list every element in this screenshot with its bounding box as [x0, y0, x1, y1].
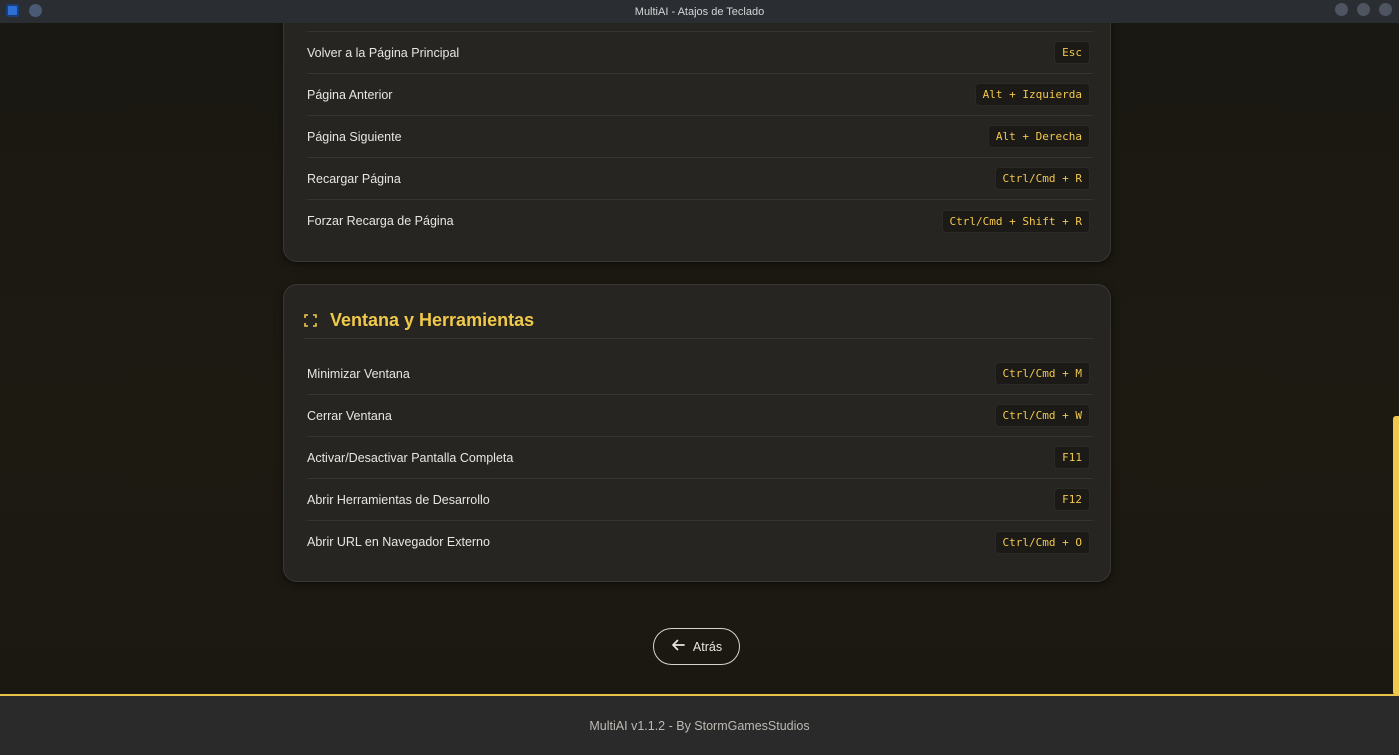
back-button-label: Atrás [692, 639, 723, 654]
minimize-button[interactable] [1335, 3, 1348, 16]
shortcut-row: Abrir URL en Navegador Externo Ctrl/Cmd … [307, 521, 1093, 563]
shortcut-row: Forzar Recarga de Página Ctrl/Cmd + Shif… [307, 200, 1093, 242]
shortcut-keys: Ctrl/Cmd + O [994, 530, 1090, 554]
app-icon [6, 4, 19, 17]
section-header: Ventana y Herramientas [304, 305, 534, 335]
navigation-shortcuts-card: Volver a la Página Principal Esc Página … [283, 23, 1111, 262]
shortcut-action: Abrir Herramientas de Desarrollo [307, 492, 490, 507]
back-button[interactable]: Atrás [653, 628, 740, 665]
shortcut-action: Página Anterior [307, 87, 393, 102]
section-title: Ventana y Herramientas [330, 309, 535, 330]
shortcut-row: Recargar Página Ctrl/Cmd + R [307, 158, 1093, 200]
shortcut-action: Forzar Recarga de Página [307, 214, 454, 228]
shortcut-row: Cerrar Ventana Ctrl/Cmd + W [307, 395, 1093, 437]
shortcut-keys: Ctrl/Cmd + Shift + R [941, 209, 1090, 233]
title-bar: MultiAI - Atajos de Teclado [0, 0, 1399, 23]
fullscreen-icon [304, 313, 317, 327]
shortcut-action: Activar/Desactivar Pantalla Completa [307, 450, 514, 465]
shortcut-action: Minimizar Ventana [307, 366, 410, 381]
shortcut-action: Recargar Página [307, 171, 401, 186]
shortcut-keys: F12 [1054, 488, 1090, 511]
window-menu-button[interactable] [29, 4, 42, 17]
shortcut-keys: F11 [1054, 446, 1090, 469]
shortcut-row: Minimizar Ventana Ctrl/Cmd + M [307, 353, 1093, 395]
shortcut-action: Abrir URL en Navegador Externo [307, 535, 490, 549]
shortcut-keys: Ctrl/Cmd + M [994, 362, 1090, 385]
footer-text: MultiAI v1.1.2 - By StormGamesStudios [589, 718, 810, 733]
footer: MultiAI v1.1.2 - By StormGamesStudios [0, 694, 1399, 755]
close-button[interactable] [1379, 3, 1392, 16]
shortcut-row: Página Anterior Alt + Izquierda [307, 74, 1093, 116]
shortcut-row: Abrir Herramientas de Desarrollo F12 [307, 479, 1093, 521]
shortcut-action: Cerrar Ventana [307, 408, 392, 423]
shortcut-row: Volver a la Página Principal Esc [307, 32, 1093, 74]
shortcut-keys: Esc [1054, 41, 1090, 64]
window-title: MultiAI - Atajos de Teclado [634, 5, 765, 18]
main-content: Volver a la Página Principal Esc Página … [0, 23, 1399, 695]
shortcut-row: Página Siguiente Alt + Derecha [307, 116, 1093, 158]
shortcut-action: Volver a la Página Principal [307, 45, 460, 60]
scrollbar-thumb[interactable] [1393, 416, 1399, 695]
shortcut-row: Activar/Desactivar Pantalla Completa F11 [307, 437, 1093, 479]
shortcut-action: Página Siguiente [307, 129, 402, 144]
shortcut-keys: Ctrl/Cmd + R [994, 167, 1090, 190]
shortcut-keys: Alt + Derecha [987, 125, 1090, 148]
shortcut-keys: Ctrl/Cmd + W [994, 404, 1090, 427]
window-tools-card: Ventana y Herramientas Minimizar Ventana… [283, 284, 1111, 582]
maximize-button[interactable] [1357, 3, 1370, 16]
shortcut-keys: Alt + Izquierda [974, 83, 1090, 106]
scrollbar[interactable] [1393, 23, 1399, 695]
arrow-left-icon [671, 639, 685, 654]
